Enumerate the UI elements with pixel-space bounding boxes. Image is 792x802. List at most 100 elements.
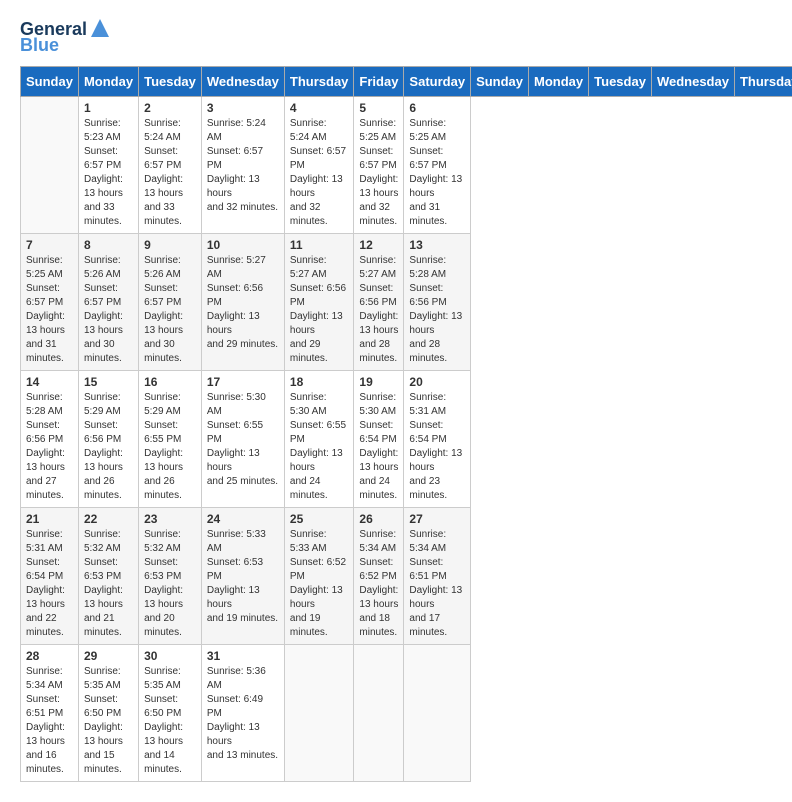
header-tuesday: Tuesday bbox=[139, 66, 202, 96]
calendar-cell: 8 Sunrise: 5:26 AM Sunset: 6:57 PM Daylig… bbox=[78, 233, 138, 370]
calendar-cell: 2 Sunrise: 5:24 AM Sunset: 6:57 PM Daylig… bbox=[139, 96, 202, 233]
day-info: Sunrise: 5:35 AM Sunset: 6:50 PM Dayligh… bbox=[144, 665, 196, 777]
day-info: Sunrise: 5:34 AM Sunset: 6:51 PM Dayligh… bbox=[26, 665, 73, 777]
calendar-cell: 25 Sunrise: 5:33 AM Sunset: 6:52 PM Dayli… bbox=[284, 507, 354, 644]
day-info: Sunrise: 5:36 AM Sunset: 6:49 PM Dayligh… bbox=[207, 665, 279, 763]
day-info: Sunrise: 5:27 AM Sunset: 6:56 PM Dayligh… bbox=[359, 254, 398, 366]
day-number: 24 bbox=[207, 512, 279, 526]
day-info: Sunrise: 5:27 AM Sunset: 6:56 PM Dayligh… bbox=[290, 254, 349, 366]
calendar-cell: 26 Sunrise: 5:34 AM Sunset: 6:52 PM Dayli… bbox=[354, 507, 404, 644]
day-number: 2 bbox=[144, 101, 196, 115]
day-number: 23 bbox=[144, 512, 196, 526]
day-info: Sunrise: 5:31 AM Sunset: 6:54 PM Dayligh… bbox=[26, 528, 73, 640]
calendar-cell bbox=[404, 644, 471, 781]
day-info: Sunrise: 5:28 AM Sunset: 6:56 PM Dayligh… bbox=[26, 391, 73, 503]
day-info: Sunrise: 5:30 AM Sunset: 6:54 PM Dayligh… bbox=[359, 391, 398, 503]
calendar-cell bbox=[284, 644, 354, 781]
day-number: 9 bbox=[144, 238, 196, 252]
day-number: 12 bbox=[359, 238, 398, 252]
day-info: Sunrise: 5:28 AM Sunset: 6:56 PM Dayligh… bbox=[409, 254, 465, 366]
day-number: 18 bbox=[290, 375, 349, 389]
day-info: Sunrise: 5:33 AM Sunset: 6:53 PM Dayligh… bbox=[207, 528, 279, 626]
calendar-cell: 20 Sunrise: 5:31 AM Sunset: 6:54 PM Dayli… bbox=[404, 370, 471, 507]
day-info: Sunrise: 5:34 AM Sunset: 6:52 PM Dayligh… bbox=[359, 528, 398, 640]
weekday-header-monday: Monday bbox=[529, 66, 589, 96]
header-saturday: Saturday bbox=[404, 66, 471, 96]
calendar-cell: 17 Sunrise: 5:30 AM Sunset: 6:55 PM Dayli… bbox=[201, 370, 284, 507]
day-info: Sunrise: 5:26 AM Sunset: 6:57 PM Dayligh… bbox=[144, 254, 196, 366]
calendar-table: SundayMondayTuesdayWednesdayThursdayFrid… bbox=[20, 66, 792, 782]
week-row-4: 28 Sunrise: 5:34 AM Sunset: 6:51 PM Dayli… bbox=[21, 644, 792, 781]
day-number: 10 bbox=[207, 238, 279, 252]
calendar-cell: 31 Sunrise: 5:36 AM Sunset: 6:49 PM Dayli… bbox=[201, 644, 284, 781]
calendar-cell: 18 Sunrise: 5:30 AM Sunset: 6:55 PM Dayli… bbox=[284, 370, 354, 507]
calendar-cell: 19Sunrise: 5:30 AM Sunset: 6:54 PM Dayli… bbox=[354, 370, 404, 507]
day-number: 27 bbox=[409, 512, 465, 526]
logo-icon bbox=[89, 17, 111, 39]
calendar-cell: 5Sunrise: 5:25 AM Sunset: 6:57 PM Daylig… bbox=[354, 96, 404, 233]
day-number: 25 bbox=[290, 512, 349, 526]
day-number: 30 bbox=[144, 649, 196, 663]
day-info: Sunrise: 5:24 AM Sunset: 6:57 PM Dayligh… bbox=[207, 117, 279, 215]
calendar-cell bbox=[354, 644, 404, 781]
weekday-header-thursday: Thursday bbox=[734, 66, 792, 96]
day-info: Sunrise: 5:31 AM Sunset: 6:54 PM Dayligh… bbox=[409, 391, 465, 503]
week-row-0: 1Sunrise: 5:23 AM Sunset: 6:57 PM Daylig… bbox=[21, 96, 792, 233]
day-number: 7 bbox=[26, 238, 73, 252]
day-number: 20 bbox=[409, 375, 465, 389]
calendar-header-row: SundayMondayTuesdayWednesdayThursdayFrid… bbox=[21, 66, 792, 96]
day-info: Sunrise: 5:29 AM Sunset: 6:55 PM Dayligh… bbox=[144, 391, 196, 503]
day-number: 16 bbox=[144, 375, 196, 389]
day-number: 17 bbox=[207, 375, 279, 389]
day-info: Sunrise: 5:33 AM Sunset: 6:52 PM Dayligh… bbox=[290, 528, 349, 640]
calendar-cell: 28 Sunrise: 5:34 AM Sunset: 6:51 PM Dayli… bbox=[21, 644, 79, 781]
day-info: Sunrise: 5:35 AM Sunset: 6:50 PM Dayligh… bbox=[84, 665, 133, 777]
calendar-cell: 7 Sunrise: 5:25 AM Sunset: 6:57 PM Daylig… bbox=[21, 233, 79, 370]
weekday-header-tuesday: Tuesday bbox=[589, 66, 652, 96]
day-info: Sunrise: 5:26 AM Sunset: 6:57 PM Dayligh… bbox=[84, 254, 133, 366]
calendar-cell: 1Sunrise: 5:23 AM Sunset: 6:57 PM Daylig… bbox=[78, 96, 138, 233]
header-monday: Monday bbox=[78, 66, 138, 96]
day-number: 14 bbox=[26, 375, 73, 389]
day-number: 13 bbox=[409, 238, 465, 252]
calendar-cell: 12 Sunrise: 5:27 AM Sunset: 6:56 PM Dayli… bbox=[354, 233, 404, 370]
day-info: Sunrise: 5:24 AM Sunset: 6:57 PM Dayligh… bbox=[290, 117, 349, 229]
week-row-1: 7 Sunrise: 5:25 AM Sunset: 6:57 PM Daylig… bbox=[21, 233, 792, 370]
day-info: Sunrise: 5:30 AM Sunset: 6:55 PM Dayligh… bbox=[207, 391, 279, 489]
day-number: 26 bbox=[359, 512, 398, 526]
calendar-cell: 9 Sunrise: 5:26 AM Sunset: 6:57 PM Daylig… bbox=[139, 233, 202, 370]
calendar-cell: 24 Sunrise: 5:33 AM Sunset: 6:53 PM Dayli… bbox=[201, 507, 284, 644]
calendar-cell: 4 Sunrise: 5:24 AM Sunset: 6:57 PM Daylig… bbox=[284, 96, 354, 233]
day-number: 6 bbox=[409, 101, 465, 115]
calendar-cell: 11 Sunrise: 5:27 AM Sunset: 6:56 PM Dayli… bbox=[284, 233, 354, 370]
header-sunday: Sunday bbox=[21, 66, 79, 96]
day-number: 1 bbox=[84, 101, 133, 115]
day-info: Sunrise: 5:32 AM Sunset: 6:53 PM Dayligh… bbox=[144, 528, 196, 640]
day-info: Sunrise: 5:30 AM Sunset: 6:55 PM Dayligh… bbox=[290, 391, 349, 503]
day-number: 8 bbox=[84, 238, 133, 252]
day-info: Sunrise: 5:32 AM Sunset: 6:53 PM Dayligh… bbox=[84, 528, 133, 640]
day-number: 11 bbox=[290, 238, 349, 252]
day-info: Sunrise: 5:25 AM Sunset: 6:57 PM Dayligh… bbox=[26, 254, 73, 366]
calendar-cell: 14 Sunrise: 5:28 AM Sunset: 6:56 PM Dayli… bbox=[21, 370, 79, 507]
day-info: Sunrise: 5:34 AM Sunset: 6:51 PM Dayligh… bbox=[409, 528, 465, 640]
logo: General Blue bbox=[20, 20, 111, 56]
calendar-cell: 13 Sunrise: 5:28 AM Sunset: 6:56 PM Dayli… bbox=[404, 233, 471, 370]
day-info: Sunrise: 5:29 AM Sunset: 6:56 PM Dayligh… bbox=[84, 391, 133, 503]
header-thursday: Thursday bbox=[284, 66, 354, 96]
day-info: Sunrise: 5:27 AM Sunset: 6:56 PM Dayligh… bbox=[207, 254, 279, 352]
calendar-cell: 10 Sunrise: 5:27 AM Sunset: 6:56 PM Dayli… bbox=[201, 233, 284, 370]
week-row-2: 14 Sunrise: 5:28 AM Sunset: 6:56 PM Dayli… bbox=[21, 370, 792, 507]
calendar-cell: 30 Sunrise: 5:35 AM Sunset: 6:50 PM Dayli… bbox=[139, 644, 202, 781]
header-friday: Friday bbox=[354, 66, 404, 96]
day-number: 22 bbox=[84, 512, 133, 526]
day-number: 31 bbox=[207, 649, 279, 663]
day-number: 4 bbox=[290, 101, 349, 115]
calendar-cell: 15Sunrise: 5:29 AM Sunset: 6:56 PM Dayli… bbox=[78, 370, 138, 507]
weekday-header-sunday: Sunday bbox=[471, 66, 529, 96]
day-info: Sunrise: 5:25 AM Sunset: 6:57 PM Dayligh… bbox=[359, 117, 398, 229]
day-info: Sunrise: 5:24 AM Sunset: 6:57 PM Dayligh… bbox=[144, 117, 196, 229]
calendar-cell: 16 Sunrise: 5:29 AM Sunset: 6:55 PM Dayli… bbox=[139, 370, 202, 507]
day-number: 3 bbox=[207, 101, 279, 115]
day-number: 28 bbox=[26, 649, 73, 663]
